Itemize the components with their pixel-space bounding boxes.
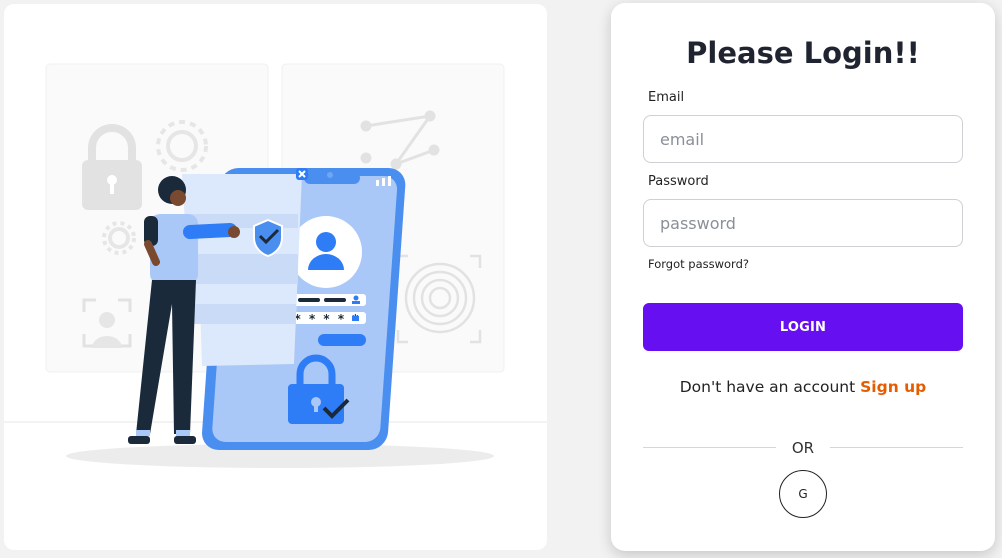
signup-link[interactable]: Sign up (860, 378, 926, 396)
email-label: Email (648, 90, 685, 105)
password-label: Password (648, 174, 709, 189)
shield-check-icon (253, 218, 283, 258)
password-field[interactable] (643, 199, 963, 247)
divider-left (643, 447, 776, 448)
no-account-text: Don't have an account (679, 378, 856, 396)
login-button[interactable]: LOGIN (643, 303, 963, 351)
login-card: Please Login!! Email Password Forgot pas… (611, 3, 995, 551)
signup-prompt: Don't have an account Sign up (611, 378, 995, 396)
illustration-panel: * * * * * (4, 4, 547, 550)
or-divider-text: OR (791, 439, 815, 457)
divider-right (830, 447, 963, 448)
secure-login-illustration-icon: * * * * * (4, 63, 547, 468)
password-mask: * * * * * (294, 312, 359, 326)
google-login-button[interactable]: G (779, 470, 827, 518)
forgot-password-link[interactable]: Forgot password? (648, 257, 749, 271)
email-field[interactable] (643, 115, 963, 163)
page-title: Please Login!! (686, 36, 920, 70)
